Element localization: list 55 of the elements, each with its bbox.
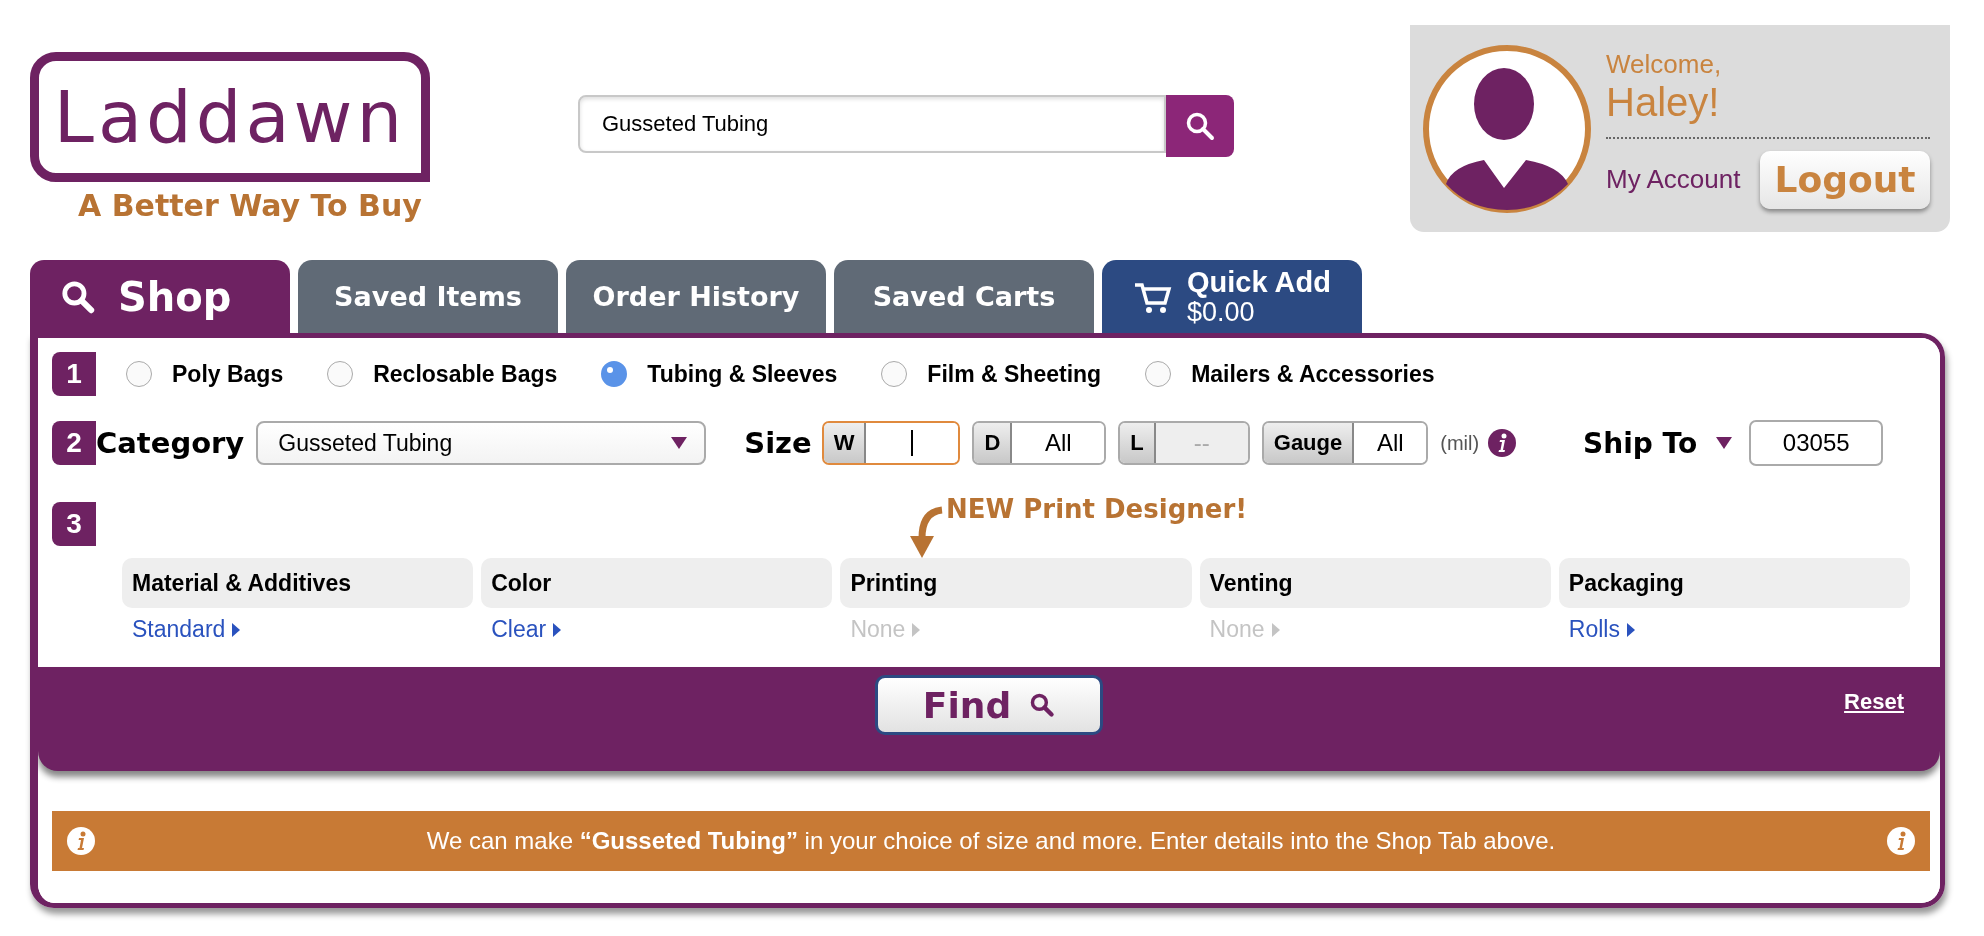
option-header: Color (481, 558, 833, 608)
triangle-right-icon (1270, 621, 1281, 638)
search-icon (1185, 111, 1215, 141)
dimension-field[interactable]: D All (972, 421, 1107, 465)
step-badge: 3 (52, 502, 96, 546)
option-link[interactable]: Standard (132, 616, 474, 643)
ship-to-label: Ship To (1583, 426, 1698, 460)
promo-text: NEW Print Designer! (946, 494, 1248, 524)
triangle-right-icon (1625, 621, 1636, 638)
option-header: Packaging (1558, 558, 1910, 608)
user-name: Haley! (1606, 79, 1930, 139)
option-header: Venting (1199, 558, 1551, 608)
info-icon[interactable] (1487, 428, 1518, 458)
search-icon (60, 278, 96, 315)
radio-option[interactable]: Reclosable Bags (327, 360, 558, 388)
triangle-right-icon (552, 621, 563, 638)
option-header: Material & Additives (122, 558, 474, 608)
radio-option[interactable]: Tubing & Sleeves (601, 360, 838, 388)
step-badge: 1 (52, 352, 96, 396)
search-icon (1029, 692, 1056, 718)
tab[interactable]: Order History (566, 260, 826, 333)
size-label: Size (744, 426, 812, 460)
triangle-right-icon (911, 621, 922, 638)
dimension-field[interactable]: W (821, 421, 961, 465)
tagline: A Better Way To Buy (78, 188, 423, 223)
unit-label: (mil) (1440, 431, 1480, 455)
triangle-right-icon (231, 621, 242, 638)
banner-text: We can make “Gusseted Tubing” in your choice of size and more. Enter details into the Shop Tab above. (426, 827, 1556, 855)
welcome-text: Welcome, (1606, 48, 1723, 80)
search-button[interactable] (1166, 95, 1234, 157)
find-button[interactable]: Find (875, 675, 1103, 735)
option-header: Printing (840, 558, 1192, 608)
step-badge: 2 (52, 421, 96, 465)
caret-icon[interactable] (1715, 436, 1734, 450)
tab[interactable]: Saved Items (298, 260, 558, 333)
text-cursor (911, 430, 914, 456)
tab[interactable]: Quick Add $0.00 (1102, 260, 1362, 333)
search-field[interactable]: Gusseted Tubing (578, 95, 1166, 153)
radio-option[interactable]: Mailers & Accessories (1145, 360, 1435, 388)
radio-option[interactable]: Film & Sheeting (881, 360, 1102, 388)
reset-link[interactable]: Reset (1844, 689, 1904, 715)
category-label: Category (96, 426, 245, 460)
option-link[interactable]: Rolls (1568, 616, 1910, 643)
gauge-field[interactable]: Gauge All (1261, 421, 1429, 465)
category-dropdown[interactable]: Gusseted Tubing (256, 421, 707, 465)
info-icon (1886, 826, 1916, 856)
tab[interactable]: Shop (30, 260, 290, 333)
option-link[interactable]: Clear (491, 616, 833, 643)
my-account-link[interactable]: My Account (1606, 164, 1741, 195)
zip-field[interactable]: 03055 (1749, 420, 1884, 466)
radio-option[interactable]: Poly Bags (126, 360, 284, 388)
logo[interactable]: Laddawn (30, 52, 430, 182)
tab[interactable]: Saved Carts (834, 260, 1094, 333)
caret-icon (670, 436, 689, 450)
info-icon (66, 826, 96, 856)
